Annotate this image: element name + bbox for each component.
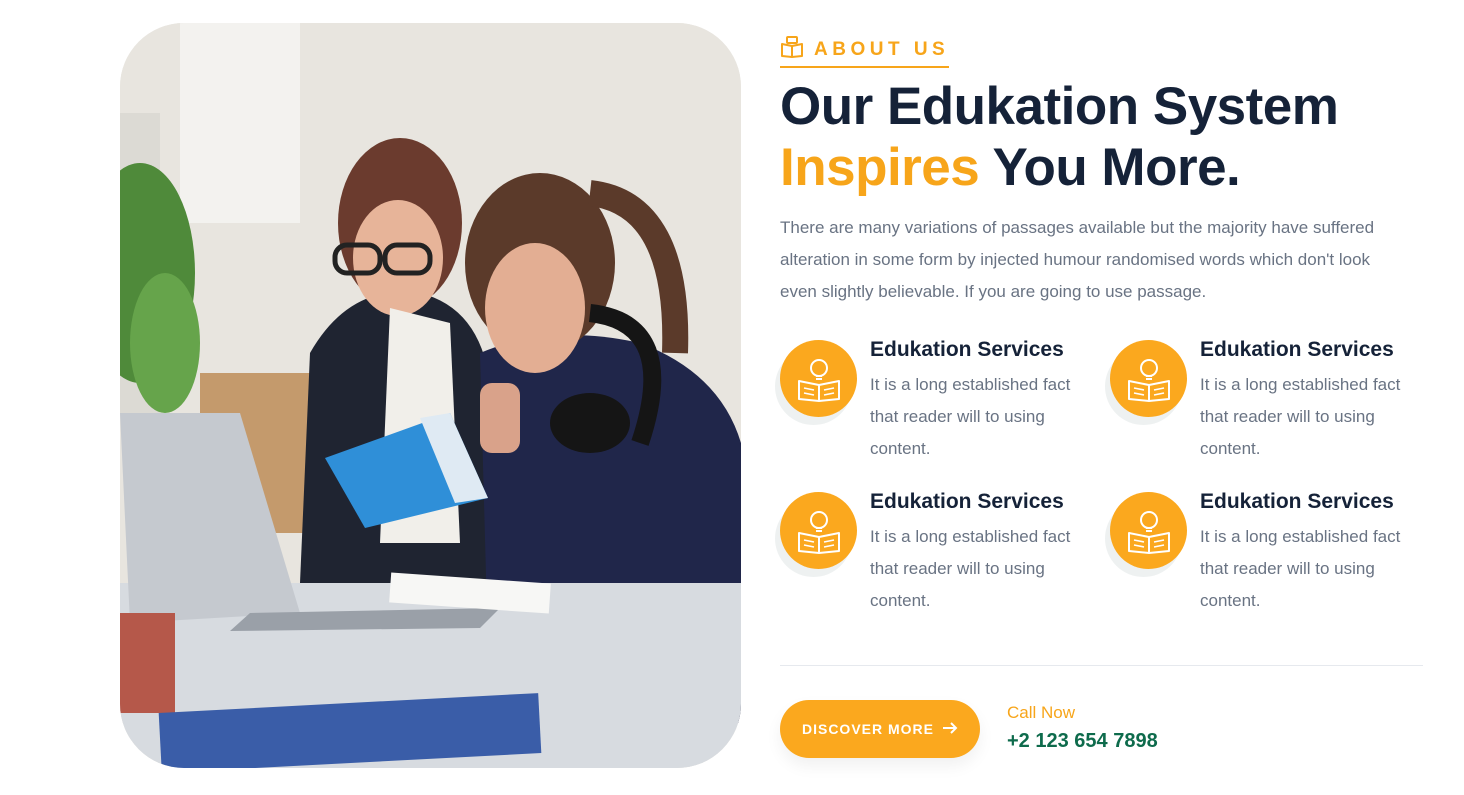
- feature-card: Edukation Services It is a long establis…: [1110, 490, 1430, 610]
- call-now-label: Call Now: [1007, 703, 1076, 722]
- feature-text: It is a long established fact that reade…: [870, 527, 1071, 610]
- feature-card: Edukation Services It is a long establis…: [780, 490, 1100, 610]
- title-accent: Inspires: [780, 138, 980, 197]
- feature-text: It is a long established fact that reade…: [1200, 375, 1401, 458]
- book-icon: [780, 36, 804, 63]
- feature-title: Edukation Services: [1200, 338, 1394, 361]
- feature-card: Edukation Services It is a long establis…: [780, 338, 1100, 458]
- hero-image: [120, 23, 741, 768]
- feature-title: Edukation Services: [1200, 490, 1394, 513]
- lightbulb-book-icon: [1110, 340, 1187, 417]
- page-title: Our Edukation System Inspires You More.: [780, 76, 1339, 198]
- lightbulb-book-icon: [1110, 492, 1187, 569]
- lightbulb-book-icon: [780, 492, 857, 569]
- arrow-right-icon: [942, 721, 958, 737]
- section-eyebrow: ABOUT US: [780, 36, 950, 68]
- phone-number-link[interactable]: +2 123 654 7898: [1007, 730, 1158, 753]
- section-description: There are many variations of passages av…: [780, 218, 1375, 301]
- lightbulb-book-icon: [780, 340, 857, 417]
- divider: [780, 665, 1423, 666]
- feature-title: Edukation Services: [870, 490, 1064, 513]
- discover-more-button[interactable]: DISCOVER MORE: [780, 700, 980, 758]
- feature-card: Edukation Services It is a long establis…: [1110, 338, 1430, 458]
- feature-text: It is a long established fact that reade…: [1200, 527, 1401, 610]
- about-section: ABOUT US Our Edukation System Inspires Y…: [780, 0, 1425, 795]
- title-rest: You More.: [979, 138, 1241, 197]
- discover-more-label: DISCOVER MORE: [801, 721, 934, 737]
- eyebrow-label: ABOUT US: [814, 38, 950, 60]
- feature-title: Edukation Services: [870, 338, 1064, 361]
- feature-text: It is a long established fact that reade…: [870, 375, 1071, 458]
- title-line-1: Our Edukation System: [780, 77, 1339, 136]
